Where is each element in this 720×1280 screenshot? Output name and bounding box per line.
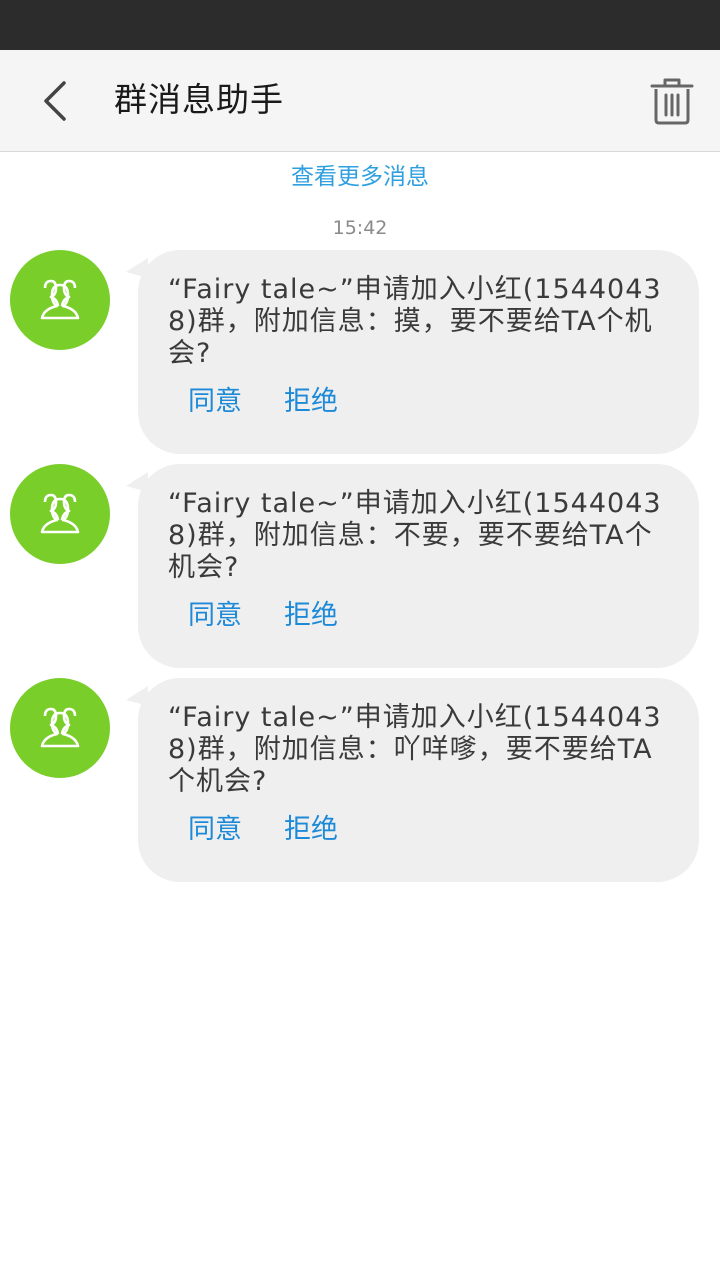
message-bubble: “Fairy tale~”申请加入小红(15440438)群，附加信息：不要，要…: [138, 464, 699, 668]
message-bubble: “Fairy tale~”申请加入小红(15440438)群，附加信息：吖咩嗲，…: [138, 678, 699, 882]
message-actions: 同意 拒绝: [188, 598, 338, 634]
message-actions: 同意 拒绝: [188, 384, 338, 420]
list-item: “Fairy tale~”申请加入小红(15440438)群，附加信息：不要，要…: [0, 464, 720, 668]
message-text: “Fairy tale~”申请加入小红(15440438)群，附加信息：摸，要不…: [168, 274, 662, 369]
group-icon: [40, 493, 80, 534]
avatar[interactable]: [10, 250, 110, 350]
chevron-left-icon: [44, 81, 66, 121]
group-icon: [40, 279, 80, 320]
list-item: “Fairy tale~”申请加入小红(15440438)群，附加信息：摸，要不…: [0, 250, 720, 454]
message-bubble: “Fairy tale~”申请加入小红(15440438)群，附加信息：摸，要不…: [138, 250, 699, 454]
group-icon: [40, 707, 80, 748]
avatar[interactable]: [10, 464, 110, 564]
accept-button[interactable]: 同意: [188, 812, 242, 848]
view-more-messages-link[interactable]: 查看更多消息: [0, 160, 720, 194]
header: 群消息助手: [0, 50, 720, 152]
delete-button[interactable]: [646, 74, 698, 128]
trash-icon: [650, 78, 694, 125]
page-title: 群消息助手: [114, 80, 284, 119]
message-actions: 同意 拒绝: [188, 812, 338, 848]
back-button[interactable]: [30, 72, 80, 130]
reject-button[interactable]: 拒绝: [284, 812, 338, 848]
status-bar: [0, 0, 720, 50]
list-item: “Fairy tale~”申请加入小红(15440438)群，附加信息：吖咩嗲，…: [0, 678, 720, 882]
accept-button[interactable]: 同意: [188, 598, 242, 634]
message-text: “Fairy tale~”申请加入小红(15440438)群，附加信息：吖咩嗲，…: [168, 702, 662, 797]
message-text: “Fairy tale~”申请加入小红(15440438)群，附加信息：不要，要…: [168, 488, 662, 583]
reject-button[interactable]: 拒绝: [284, 384, 338, 420]
accept-button[interactable]: 同意: [188, 384, 242, 420]
message-timestamp: 15:42: [332, 217, 388, 239]
reject-button[interactable]: 拒绝: [284, 598, 338, 634]
avatar[interactable]: [10, 678, 110, 778]
